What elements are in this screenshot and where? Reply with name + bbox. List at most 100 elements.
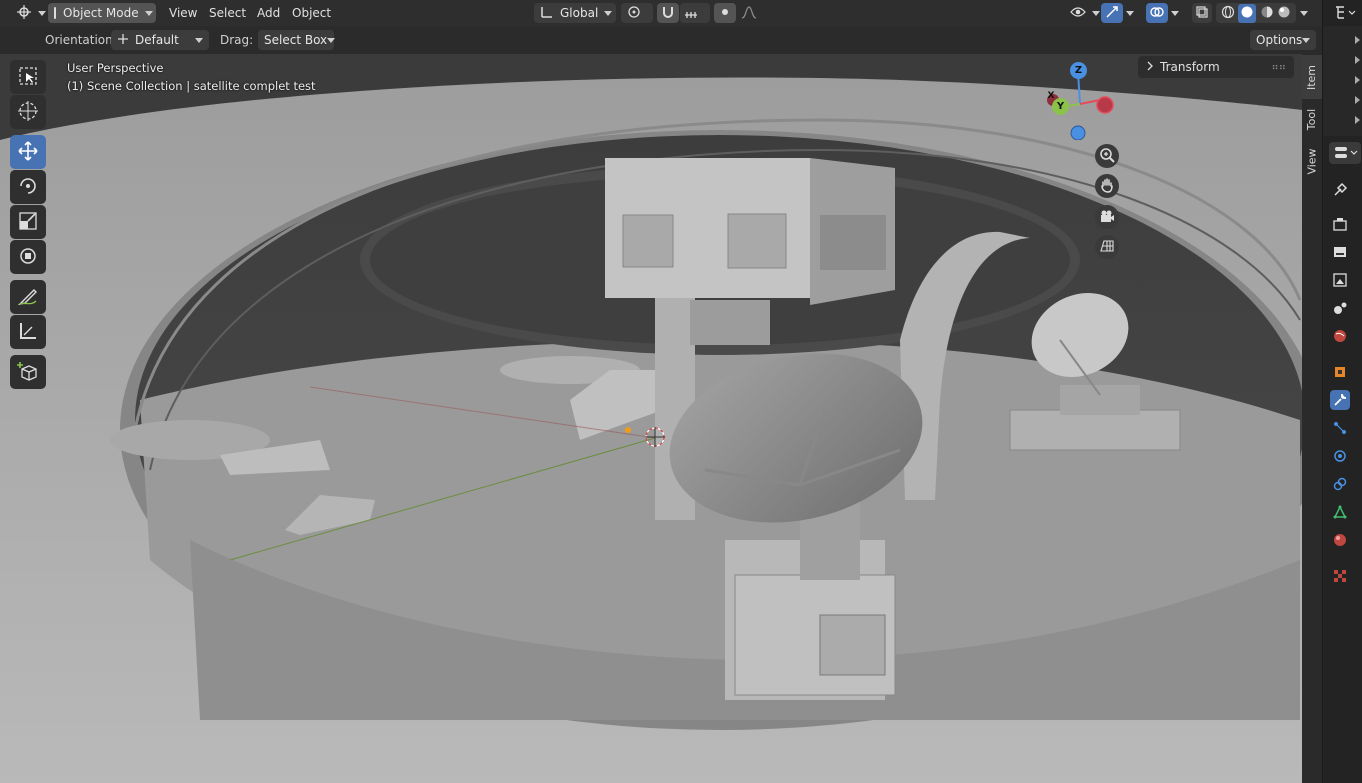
cursor-icon [17, 100, 39, 125]
outliner-rows [1323, 26, 1362, 136]
transform-tool[interactable] [10, 240, 46, 274]
transform-panel-header[interactable]: Transform ⠶⠶ [1138, 56, 1294, 78]
expand-arrow-icon[interactable] [1355, 116, 1360, 124]
camera-view-button[interactable] [1095, 205, 1119, 229]
gizmo-x-axis[interactable]: X [1045, 90, 1057, 102]
orientation-value: Default [135, 33, 179, 47]
view3d-editor-icon [16, 4, 32, 22]
transform-icon [17, 245, 39, 270]
scene-properties-icon[interactable] [1330, 298, 1350, 318]
ortho-toggle-button[interactable] [1095, 235, 1119, 259]
proportional-falloff-dropdown[interactable] [737, 3, 767, 23]
solid-shading-icon[interactable] [1238, 3, 1257, 23]
pan-button[interactable] [1095, 174, 1119, 198]
rotate-icon [17, 175, 39, 200]
outliner-editor-type-button[interactable] [1333, 4, 1357, 22]
pivot-point-dropdown[interactable] [621, 3, 653, 23]
expand-arrow-icon[interactable] [1355, 76, 1360, 84]
move-tool[interactable] [10, 135, 46, 169]
measure-tool[interactable] [10, 315, 46, 349]
menu-add[interactable]: Add [251, 3, 286, 23]
transform-orientation-dropdown[interactable]: Global [534, 3, 616, 23]
tool-settings-bar: Orientation: Default Drag: Select Box Op… [0, 26, 1322, 54]
modifier-properties-icon[interactable] [1330, 390, 1350, 410]
drag-dropdown[interactable]: Select Box [258, 30, 336, 50]
rotate-tool[interactable] [10, 170, 46, 204]
overlays-toggle[interactable] [1146, 3, 1168, 23]
options-dropdown[interactable]: Options [1250, 30, 1316, 50]
snap-target-dropdown[interactable] [680, 3, 710, 23]
tool-properties-icon[interactable] [1330, 180, 1350, 200]
menu-select[interactable]: Select [203, 3, 252, 23]
render-properties-icon[interactable] [1330, 214, 1350, 234]
eye-icon [1070, 6, 1086, 21]
zoom-button[interactable] [1095, 144, 1119, 168]
gizmo-toggle[interactable] [1101, 3, 1123, 23]
menu-view[interactable]: View [163, 3, 203, 23]
add-cube-icon [17, 360, 39, 385]
wireframe-shading-icon[interactable] [1221, 5, 1235, 22]
object-mode-icon [54, 7, 56, 19]
orientation-dropdown[interactable]: Default [111, 30, 209, 50]
material-properties-icon[interactable] [1330, 530, 1350, 550]
grid-icon [1099, 238, 1115, 257]
menu-object[interactable]: Object [286, 3, 337, 23]
properties-editor-type-button[interactable] [1329, 142, 1361, 164]
transform-panel-label: Transform [1160, 60, 1220, 74]
overlays-dropdown[interactable] [1167, 3, 1185, 23]
orientation-global-label: Global [560, 6, 599, 20]
viewport-header: Object Mode View Select Add Object Globa… [0, 0, 1322, 26]
snap-increment-icon [684, 5, 698, 22]
hand-icon [1099, 177, 1115, 196]
xray-toggle[interactable] [1192, 3, 1212, 23]
visibility-dropdown[interactable] [1064, 3, 1104, 23]
gizmo-dropdown[interactable] [1122, 3, 1140, 23]
overlays-icon [1150, 5, 1164, 22]
data-properties-icon[interactable] [1330, 502, 1350, 522]
pivot-icon [627, 5, 641, 22]
constraint-properties-icon[interactable] [1330, 474, 1350, 494]
rendered-shading-icon[interactable] [1277, 5, 1291, 22]
mode-dropdown[interactable]: Object Mode [48, 3, 156, 23]
tab-item[interactable]: Item [1302, 55, 1322, 99]
output-properties-icon[interactable] [1330, 242, 1350, 262]
camera-icon [1099, 208, 1115, 227]
expand-arrow-icon[interactable] [1355, 36, 1360, 44]
move-icon [17, 140, 39, 165]
collection-label: (1) Scene Collection | satellite complet… [67, 79, 316, 93]
tab-view[interactable]: View [1302, 140, 1322, 182]
cursor-tool[interactable] [10, 95, 46, 129]
tab-tool[interactable]: Tool [1302, 100, 1322, 138]
proportional-edit-icon [719, 6, 731, 21]
world-properties-icon[interactable] [1330, 326, 1350, 346]
gizmo-z-axis[interactable]: Z [1070, 62, 1087, 79]
shading-mode-group [1216, 3, 1296, 23]
proportional-edit-toggle[interactable] [714, 3, 736, 23]
annotate-tool[interactable] [10, 280, 46, 314]
select-box-icon [17, 65, 39, 90]
expand-arrow-icon[interactable] [1355, 56, 1360, 64]
expand-arrow-icon[interactable] [1355, 96, 1360, 104]
particle-properties-icon[interactable] [1330, 418, 1350, 438]
xray-icon [1195, 5, 1209, 22]
texture-properties-icon[interactable] [1330, 566, 1350, 586]
view-layer-properties-icon[interactable] [1330, 270, 1350, 290]
select-box-tool[interactable] [10, 60, 46, 94]
material-shading-icon[interactable] [1260, 5, 1274, 22]
scale-tool[interactable] [10, 205, 46, 239]
magnet-icon [661, 5, 675, 22]
drag-handle-icon[interactable]: ⠶⠶ [1271, 62, 1286, 73]
add-cube-tool[interactable] [10, 355, 46, 389]
zoom-icon [1099, 147, 1115, 166]
snap-toggle[interactable] [657, 3, 679, 23]
navigation-gizmo[interactable]: Z Y X [1040, 60, 1120, 141]
falloff-curve-icon [741, 5, 757, 22]
perspective-label: User Perspective [67, 61, 164, 75]
orientation-axes-icon [540, 5, 554, 22]
drag-value: Select Box [264, 33, 328, 47]
chevron-right-icon [1146, 60, 1154, 74]
object-properties-icon[interactable] [1330, 362, 1350, 382]
editor-type-button[interactable] [10, 3, 46, 23]
physics-properties-icon[interactable] [1330, 446, 1350, 466]
shading-dropdown[interactable] [1296, 3, 1314, 23]
